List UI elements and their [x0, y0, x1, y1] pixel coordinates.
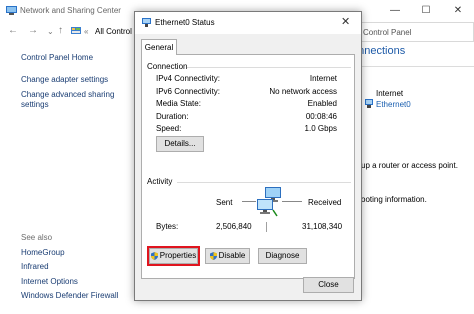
breadcrumb-chevron-icon: « [84, 27, 89, 36]
see-also-heading: See also [21, 233, 53, 242]
ipv4-connectivity-value: Internet [309, 74, 337, 83]
activity-group-label: Activity [147, 177, 173, 186]
ethernet-dialog-icon [142, 18, 151, 27]
uac-shield-icon [209, 251, 217, 260]
duration-label: Duration: [156, 112, 189, 121]
tab-general[interactable]: General [141, 39, 177, 55]
up-arrow-icon[interactable]: ↑ [58, 25, 63, 36]
network-app-icon [6, 6, 17, 15]
media-state-value: Enabled [307, 99, 337, 108]
bytes-sent-value: 2,506,840 [216, 222, 252, 231]
received-connector-line [282, 201, 302, 202]
windows-defender-firewall-link[interactable]: Windows Defender Firewall [21, 290, 118, 301]
disable-button[interactable]: Disable [205, 248, 250, 264]
received-label: Received [308, 198, 342, 207]
divider [352, 66, 474, 67]
diagnose-button[interactable]: Diagnose [258, 248, 307, 264]
ipv4-connectivity-label: IPv4 Connectivity: [156, 74, 221, 83]
connection-group-divider [187, 67, 351, 68]
ethernet-icon [365, 99, 373, 108]
forward-arrow-icon[interactable]: → [28, 25, 38, 36]
sent-connector-line [242, 201, 256, 202]
dialog-title: Ethernet0 Status [155, 18, 215, 27]
minimize-button[interactable]: — [379, 0, 411, 22]
duration-value: 00:08:46 [305, 112, 337, 121]
details-button[interactable]: Details... [156, 136, 204, 152]
ethernet0-link[interactable]: Ethernet0 [376, 100, 411, 109]
bytes-received-value: 31,108,340 [302, 222, 343, 231]
sent-label: Sent [216, 198, 233, 207]
control-panel-home-link[interactable]: Control Panel Home [21, 52, 93, 63]
back-arrow-icon[interactable]: ← [8, 25, 18, 36]
close-window-button[interactable]: ✕ [442, 0, 474, 22]
connection-group-label: Connection [147, 62, 188, 71]
speed-label: Speed: [156, 124, 182, 133]
internet-options-link[interactable]: Internet Options [21, 276, 78, 287]
properties-highlight-box [147, 246, 200, 266]
speed-value: 1.0 Gbps [304, 124, 337, 133]
setup-connection-text: up a router or access point. [361, 161, 458, 170]
search-placeholder: Control Panel [363, 28, 412, 37]
media-state-label: Media State: [156, 99, 201, 108]
recent-dropdown-icon[interactable]: ⌄ [47, 27, 54, 36]
dialog-titlebar: Ethernet0 Status ✕ [135, 12, 361, 34]
bytes-separator [266, 222, 267, 232]
background-window-title: Network and Sharing Center [20, 6, 121, 15]
ethernet-status-dialog: Ethernet0 Status ✕ General Connection IP… [134, 11, 362, 301]
troubleshoot-text: ooting information. [361, 195, 427, 204]
infrared-link[interactable]: Infrared [21, 261, 49, 272]
control-panel-icon [71, 27, 81, 34]
change-adapter-settings-link[interactable]: Change adapter settings [21, 74, 108, 85]
disable-button-label: Disable [218, 251, 246, 260]
activity-group-divider [177, 182, 351, 183]
close-button[interactable]: Close [303, 277, 354, 293]
ipv6-connectivity-value: No network access [269, 87, 337, 96]
maximize-button[interactable]: ☐ [410, 0, 442, 22]
network-activity-icon [257, 187, 281, 217]
bytes-label: Bytes: [156, 222, 179, 231]
access-type-label: Internet [376, 89, 404, 98]
breadcrumb-item[interactable]: All Control [95, 27, 132, 36]
dialog-close-icon[interactable]: ✕ [341, 15, 350, 28]
ipv6-connectivity-label: IPv6 Connectivity: [156, 87, 221, 96]
homegroup-link[interactable]: HomeGroup [21, 247, 65, 258]
change-advanced-sharing-link-line2[interactable]: settings [21, 99, 49, 110]
